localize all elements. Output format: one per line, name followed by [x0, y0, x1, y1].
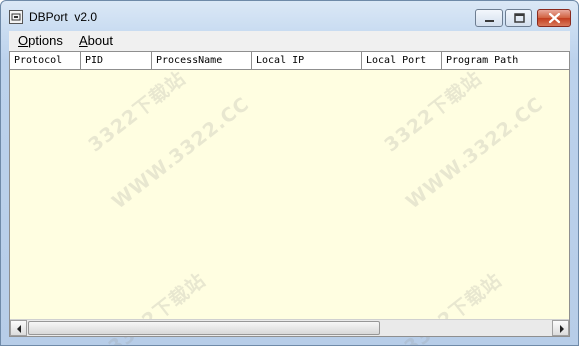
- scroll-thumb[interactable]: [28, 321, 380, 335]
- list-header: Protocol PID ProcessName Local IP Local …: [10, 52, 569, 70]
- arrow-left-icon: [17, 325, 21, 333]
- minimize-button[interactable]: [475, 9, 503, 27]
- menu-options[interactable]: Options: [18, 33, 63, 48]
- column-header-process-name[interactable]: ProcessName: [152, 52, 252, 69]
- maximize-button[interactable]: [505, 9, 532, 27]
- arrow-right-icon: [560, 325, 564, 333]
- title-bar[interactable]: DBPort v2.0: [1, 1, 578, 31]
- window-title: DBPort v2.0: [29, 10, 98, 24]
- column-header-pid[interactable]: PID: [81, 52, 152, 69]
- list-rows-area[interactable]: 3322下载站 WWW.3322.CC 3322下载站 WWW.3322.CC …: [10, 67, 569, 345]
- horizontal-scrollbar[interactable]: [10, 319, 569, 336]
- close-icon: [548, 12, 561, 24]
- scroll-left-button[interactable]: [10, 320, 27, 336]
- app-icon[interactable]: [9, 10, 23, 24]
- menu-about-mnemonic: A: [79, 33, 88, 48]
- scroll-right-button[interactable]: [552, 320, 569, 336]
- column-header-local-port[interactable]: Local Port: [362, 52, 442, 69]
- menu-bar: Options About: [9, 31, 570, 51]
- menu-options-mnemonic: O: [18, 33, 29, 48]
- column-header-local-ip[interactable]: Local IP: [252, 52, 362, 69]
- column-header-program-path[interactable]: Program Path: [442, 52, 569, 69]
- minimize-icon: [485, 20, 494, 22]
- column-header-protocol[interactable]: Protocol: [10, 52, 81, 69]
- main-window: DBPort v2.0 Options About Protocol PID P…: [0, 0, 579, 346]
- port-list-view[interactable]: Protocol PID ProcessName Local IP Local …: [9, 51, 570, 345]
- menu-about[interactable]: About: [79, 33, 113, 48]
- close-button[interactable]: [537, 9, 571, 27]
- menu-about-label: bout: [87, 33, 113, 48]
- maximize-icon: [514, 13, 525, 23]
- menu-options-label: ptions: [28, 33, 63, 48]
